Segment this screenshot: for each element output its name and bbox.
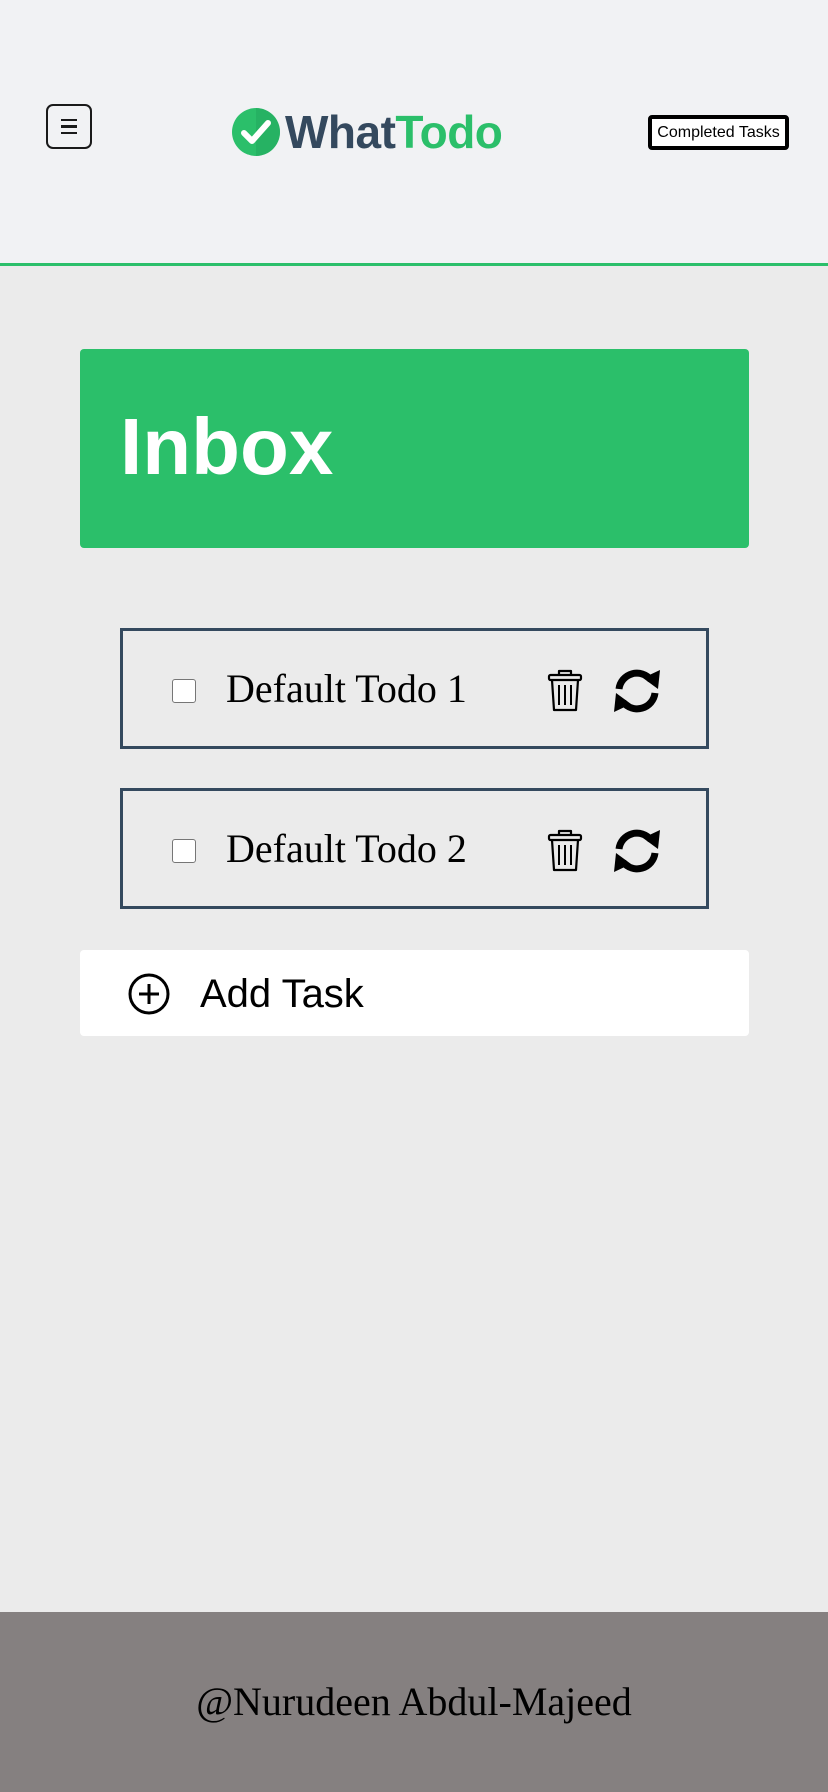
page-title: Inbox	[120, 402, 334, 491]
app-title: WhatTodo	[285, 105, 503, 159]
inbox-banner: Inbox	[80, 349, 749, 548]
checkmark-circle-icon	[232, 108, 280, 156]
trash-icon[interactable]	[547, 669, 583, 713]
menu-icon-bar	[61, 125, 77, 128]
logo-todo-text: Todo	[395, 106, 503, 158]
refresh-icon[interactable]	[610, 827, 664, 875]
add-task-label: Add Task	[200, 972, 364, 1016]
menu-icon-bar	[61, 131, 77, 135]
todo-checkbox[interactable]	[172, 679, 196, 703]
footer-credit: @Nurudeen Abdul-Majeed	[196, 1679, 632, 1724]
app-footer: @Nurudeen Abdul-Majeed	[0, 1612, 828, 1792]
app-header: WhatTodo Completed Tasks	[0, 0, 828, 266]
todo-text: Default Todo 2	[226, 826, 467, 871]
todo-checkbox[interactable]	[172, 839, 196, 863]
menu-button[interactable]	[46, 104, 92, 149]
trash-icon[interactable]	[547, 829, 583, 873]
add-task-button[interactable]: Add Task	[80, 950, 749, 1036]
logo-what-text: What	[285, 106, 396, 158]
app-logo: WhatTodo	[231, 104, 503, 160]
completed-tasks-button[interactable]: Completed Tasks	[648, 115, 789, 150]
todo-text: Default Todo 1	[226, 666, 467, 711]
todo-item: Default Todo 2	[120, 788, 709, 909]
todo-item: Default Todo 1	[120, 628, 709, 749]
refresh-icon[interactable]	[610, 667, 664, 715]
plus-circle-icon	[128, 973, 170, 1015]
menu-icon	[61, 118, 77, 122]
